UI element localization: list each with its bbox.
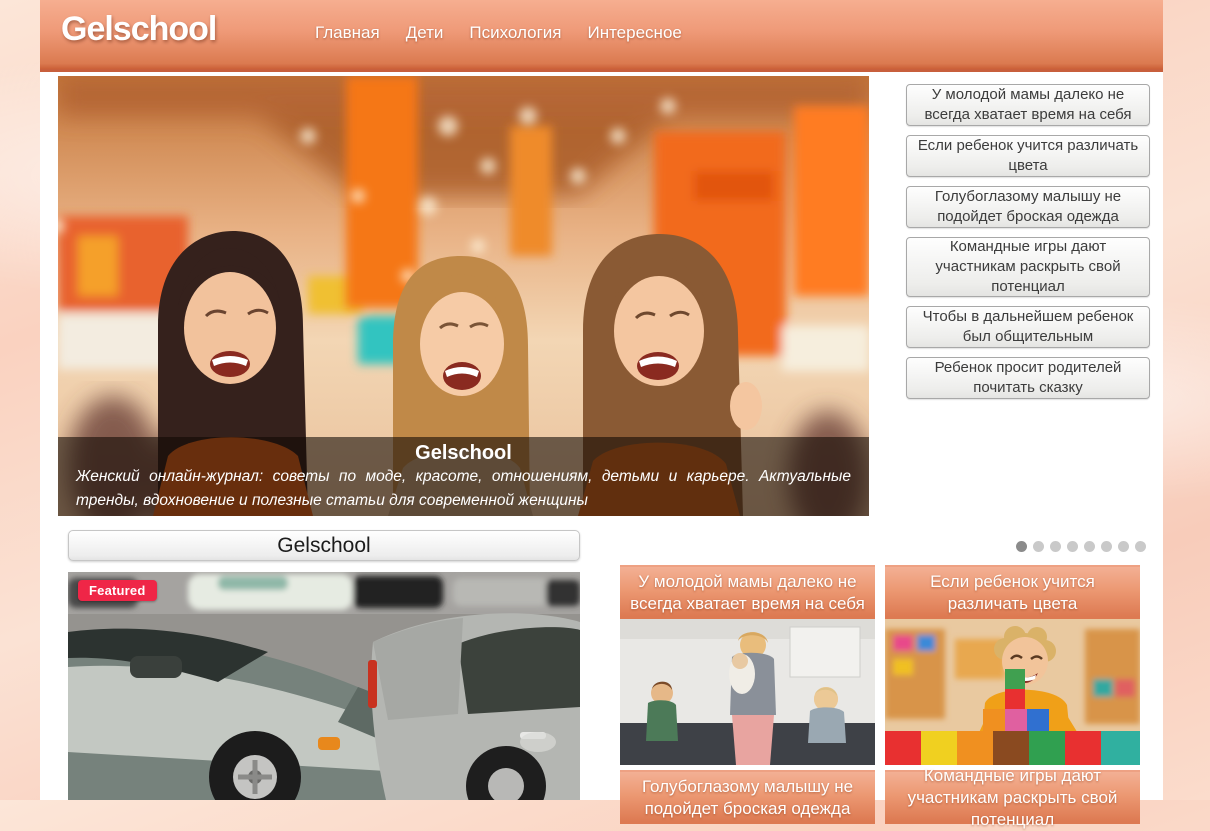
nav-item-children[interactable]: Дети — [406, 23, 444, 43]
nav-item-home[interactable]: Главная — [315, 23, 380, 43]
article-photo-mom-with-kids — [620, 619, 875, 765]
sidebar-item-sociable[interactable]: Чтобы в дальнейшем ребенок был общительн… — [906, 306, 1150, 348]
article-card-colors[interactable]: Если ребенок учится различать цвета — [885, 565, 1140, 765]
nav-item-psychology[interactable]: Психология — [469, 23, 561, 43]
section-title[interactable]: Gelschool — [68, 530, 580, 561]
featured-badge: Featured — [78, 580, 157, 601]
article-card-title: Если ребенок учится различать цвета — [885, 565, 1140, 619]
carousel-dot[interactable] — [1050, 541, 1061, 552]
sidebar-item-fairy-tale[interactable]: Ребенок просит родителей почитать сказку — [906, 357, 1150, 399]
carousel-dot[interactable] — [1067, 541, 1078, 552]
sidebar: У молодой мамы далеко не всегда хватает … — [906, 84, 1150, 408]
carousel-dot[interactable] — [1033, 541, 1044, 552]
article-card-title: У молодой мамы далеко не всегда хватает … — [620, 565, 875, 619]
featured-post-car-crash[interactable]: Featured — [68, 572, 580, 800]
sidebar-item-blue-eyed[interactable]: Голубоглазому малышу не подойдет броская… — [906, 186, 1150, 228]
article-card-young-mom[interactable]: У молодой мамы далеко не всегда хватает … — [620, 565, 875, 765]
sidebar-item-young-mom[interactable]: У молодой мамы далеко не всегда хватает … — [906, 84, 1150, 126]
carousel-dot[interactable] — [1101, 541, 1112, 552]
main-nav: Главная Дети Психология Интересное — [315, 23, 682, 43]
carousel-dots — [1016, 541, 1146, 552]
article-card-title: Голубоглазому малышу не подойдет броская… — [620, 770, 875, 824]
carousel-dot[interactable] — [1135, 541, 1146, 552]
content-wrapper: Gelschool Главная Дети Психология Интере… — [40, 0, 1163, 800]
site-header: Gelschool Главная Дети Психология Интере… — [40, 0, 1163, 72]
sidebar-item-colors[interactable]: Если ребенок учится различать цвета — [906, 135, 1150, 177]
nav-item-interesting[interactable]: Интересное — [587, 23, 681, 43]
article-card-team-games[interactable]: Командные игры дают участникам раскрыть … — [885, 770, 1140, 824]
hero-caption: Gelschool Женский онлайн-журнал: советы … — [58, 437, 869, 516]
article-photo-toddler-blocks — [885, 619, 1140, 765]
carousel-dot[interactable] — [1118, 541, 1129, 552]
featured-photo-car-accident — [68, 572, 580, 800]
site-logo[interactable]: Gelschool — [61, 10, 216, 49]
hero-banner: Gelschool Женский онлайн-журнал: советы … — [58, 76, 869, 516]
article-card-title: Командные игры дают участникам раскрыть … — [885, 770, 1140, 824]
carousel-dot[interactable] — [1016, 541, 1027, 552]
carousel-dot[interactable] — [1084, 541, 1095, 552]
hero-description: Женский онлайн-журнал: советы по моде, к… — [76, 465, 851, 513]
hero-title: Gelschool — [76, 442, 851, 465]
article-card-blue-eyed[interactable]: Голубоглазому малышу не подойдет броская… — [620, 770, 875, 824]
sidebar-item-team-games[interactable]: Командные игры дают участникам раскрыть … — [906, 237, 1150, 297]
